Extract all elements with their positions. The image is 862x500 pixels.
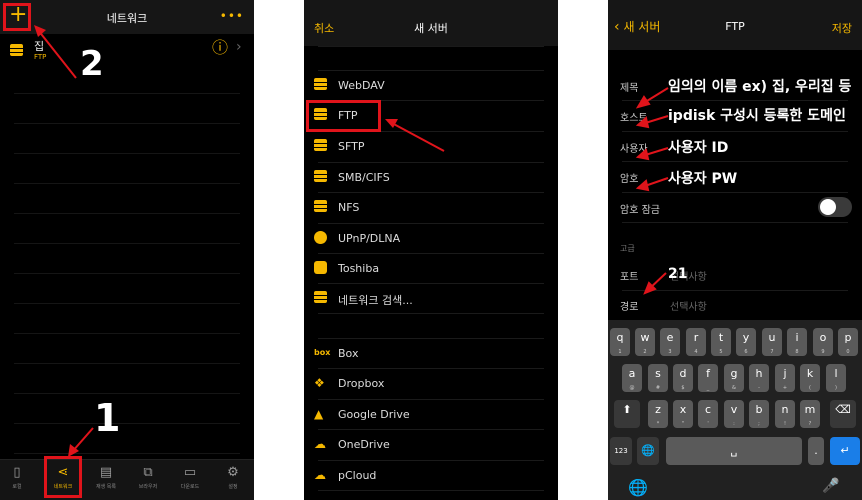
- key-g[interactable]: g &: [724, 364, 744, 392]
- key-w[interactable]: w2: [635, 328, 655, 356]
- key-x[interactable]: x ": [673, 400, 693, 428]
- annotation-arrow: [385, 119, 445, 152]
- key-i[interactable]: i8: [787, 328, 807, 356]
- globe-icon: 🌐: [641, 444, 655, 457]
- key-k[interactable]: k(: [800, 364, 820, 392]
- key-c[interactable]: c ': [698, 400, 718, 428]
- annotation-arrows: [635, 87, 669, 295]
- period-key[interactable]: .: [808, 437, 824, 465]
- key-e[interactable]: e3: [660, 328, 680, 356]
- key-n[interactable]: n!: [775, 400, 795, 428]
- ftp-form-screen: ‹ 새 서버 FTP 저장 제목 호스트 사용자 암호 임의의 이름 ex) 집…: [608, 0, 862, 500]
- key-v[interactable]: v:: [724, 400, 744, 428]
- key-a[interactable]: a @: [622, 364, 642, 392]
- key-o[interactable]: o9: [813, 328, 833, 356]
- keyboard: q1 w2 e3 r4 t5 y6 u7 i8 o9 p0 a @ s # d $ f…: [608, 320, 862, 500]
- delete-key[interactable]: ⌫: [830, 400, 856, 428]
- numbers-key[interactable]: 123: [610, 437, 632, 465]
- key-t[interactable]: t5: [711, 328, 731, 356]
- key-l[interactable]: l): [826, 364, 846, 392]
- enter-icon: ↵: [840, 444, 850, 457]
- enter-key[interactable]: ↵: [830, 437, 860, 465]
- key-d[interactable]: d $: [673, 364, 693, 392]
- key-b[interactable]: b;: [749, 400, 769, 428]
- key-y[interactable]: y6: [736, 328, 756, 356]
- annotation-arrows: [34, 25, 94, 457]
- key-m[interactable]: m?: [800, 400, 820, 428]
- key-f[interactable]: f _: [698, 364, 718, 392]
- shift-icon: ⬆: [622, 403, 632, 416]
- space-key[interactable]: ␣: [666, 437, 802, 465]
- key-s[interactable]: s #: [648, 364, 668, 392]
- microphone-icon[interactable]: 🎤: [822, 478, 839, 494]
- space-icon: ␣: [730, 444, 738, 457]
- key-u[interactable]: u7: [762, 328, 782, 356]
- shift-key[interactable]: ⬆: [614, 400, 640, 428]
- delete-icon: ⌫: [835, 403, 851, 416]
- key-j[interactable]: j +: [775, 364, 795, 392]
- key-q[interactable]: q1: [610, 328, 630, 356]
- key-r[interactable]: r4: [686, 328, 706, 356]
- key-p[interactable]: p0: [838, 328, 858, 356]
- globe-icon[interactable]: 🌐: [628, 478, 648, 497]
- network-screen: + 네트워크 ••• 집 FTP ⓘ › 2 1 ▯ 로컬 ⋖ 네트워크 ▤ 재생 목…: [0, 0, 254, 500]
- globe-key[interactable]: 🌐: [637, 437, 659, 465]
- new-server-screen: 취소 새 서버 WebDAV FTP SFTP SMB/CIFS NFS UPn…: [304, 0, 558, 500]
- key-z[interactable]: z *: [648, 400, 668, 428]
- key-h[interactable]: h-: [749, 364, 769, 392]
